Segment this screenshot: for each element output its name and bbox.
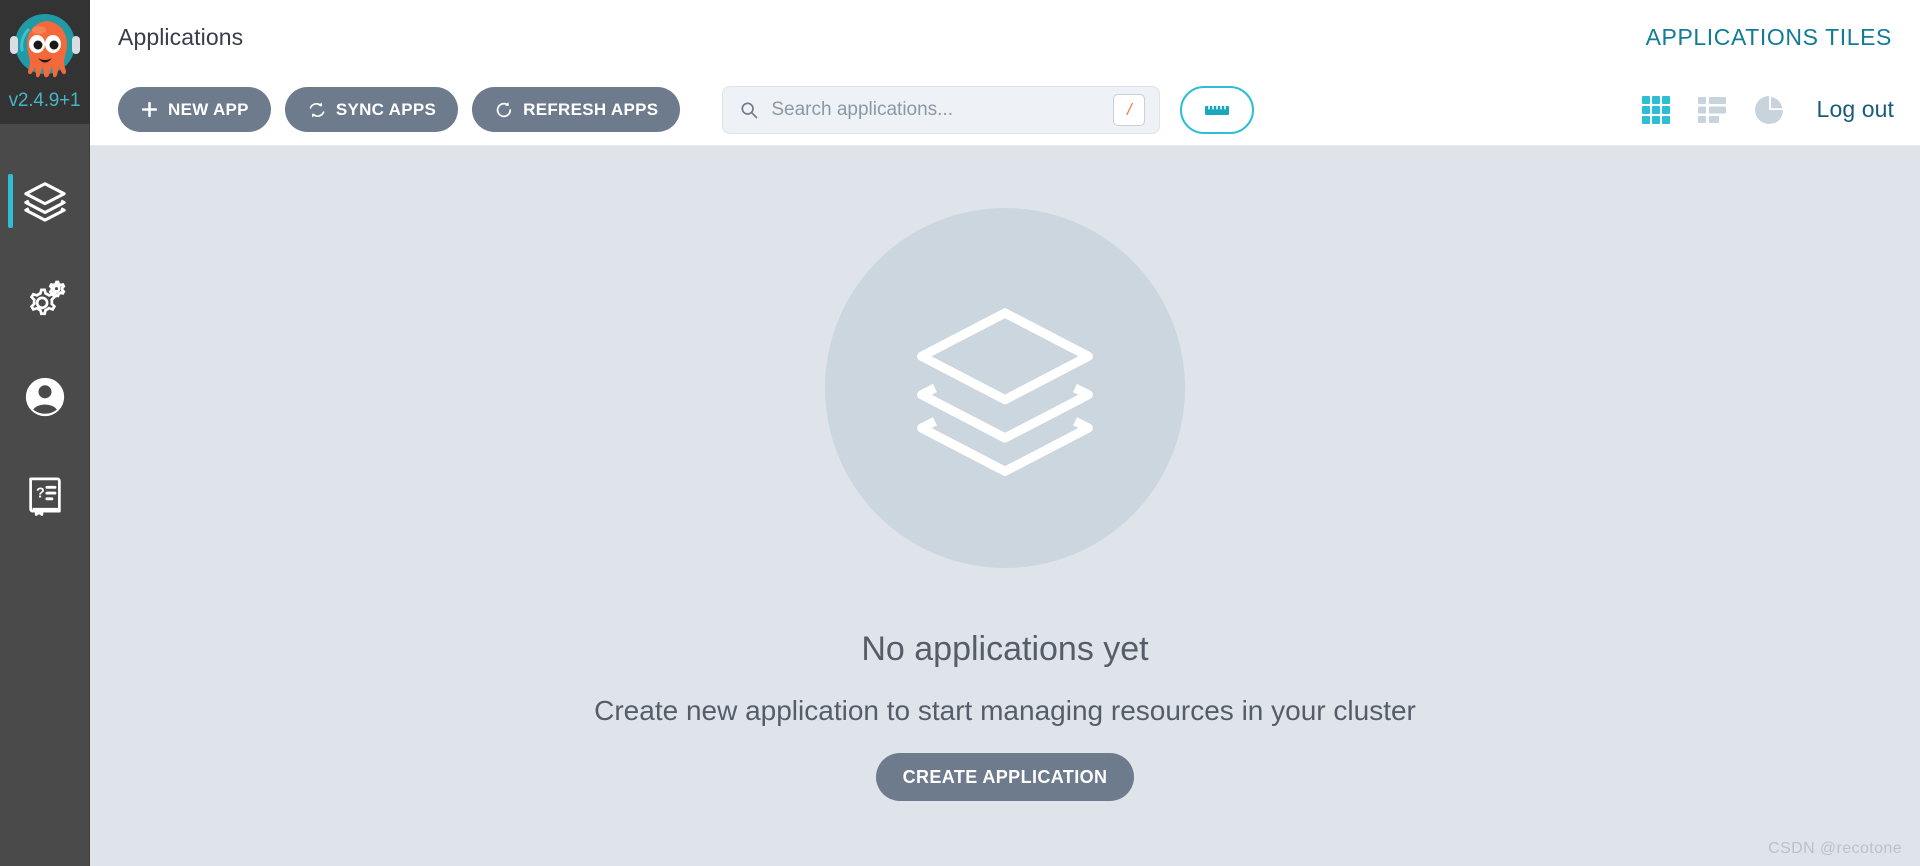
view-toggle-summary[interactable] [1753, 94, 1785, 126]
gear-icon [29, 280, 65, 316]
toolbar-right-group: Log out [1641, 94, 1894, 126]
refresh-icon [496, 101, 512, 117]
search-icon [741, 101, 758, 118]
sidebar-item-settings[interactable] [0, 250, 90, 348]
toolbar: NEW APP SYNC APPS REFRESH APPS Search ap… [90, 74, 1920, 146]
sidebar-item-applications[interactable] [0, 152, 90, 250]
empty-state-panel: No applications yet Create new applicati… [90, 146, 1920, 866]
main-area: Applications APPLICATIONS TILES NEW APP [90, 0, 1920, 866]
logout-link[interactable]: Log out [1817, 96, 1894, 123]
refresh-apps-button[interactable]: REFRESH APPS [472, 87, 681, 132]
filter-ruler-icon [1205, 105, 1230, 115]
layers-icon [917, 308, 1093, 476]
layers-icon [23, 182, 66, 222]
empty-state-title: No applications yet [861, 630, 1149, 668]
svg-text:?: ? [35, 486, 44, 502]
view-title: APPLICATIONS TILES [1645, 23, 1892, 50]
sidebar-item-documentation[interactable]: ? [0, 446, 90, 544]
empty-state-subtitle: Create new application to start managing… [594, 695, 1416, 726]
sync-apps-button[interactable]: SYNC APPS [284, 87, 459, 132]
plus-icon [141, 101, 158, 118]
top-header: Applications APPLICATIONS TILES [90, 0, 1920, 74]
view-toggle-list[interactable] [1697, 95, 1727, 125]
pie-chart-icon [1754, 95, 1783, 124]
grid-tiles-icon [1641, 95, 1670, 124]
argocd-application: v2.4.9+1 ? Applications APPLICATIONS TIL… [0, 0, 1920, 866]
watermark-text: CSDN @recotone [1768, 840, 1902, 857]
sync-icon [309, 102, 325, 117]
version-label: v2.4.9+1 [8, 90, 81, 111]
search-box[interactable]: / [722, 85, 1161, 134]
argo-cd-octopus-logo [6, 8, 84, 94]
octopus-icon [9, 14, 80, 78]
book-help-icon: ? [28, 477, 61, 516]
sidebar: v2.4.9+1 ? [0, 0, 90, 866]
search-input[interactable] [771, 98, 1114, 121]
create-application-button[interactable]: CREATE APPLICATION [875, 753, 1135, 801]
filter-toggle-button[interactable] [1180, 85, 1255, 134]
refresh-apps-label: REFRESH APPS [523, 99, 659, 119]
list-view-icon [1697, 96, 1726, 123]
sync-apps-label: SYNC APPS [335, 99, 437, 119]
new-app-label: NEW APP [168, 99, 249, 119]
sidebar-item-user-info[interactable] [0, 348, 90, 446]
empty-state-illustration [825, 208, 1185, 568]
search-shortcut-badge: / [1113, 93, 1146, 126]
user-icon [25, 377, 64, 417]
sidebar-nav: ? [0, 152, 90, 544]
new-app-button[interactable]: NEW APP [118, 87, 271, 132]
page-title: Applications [118, 23, 244, 50]
sidebar-brand[interactable]: v2.4.9+1 [0, 0, 90, 124]
view-toggle-tiles[interactable] [1641, 95, 1671, 125]
